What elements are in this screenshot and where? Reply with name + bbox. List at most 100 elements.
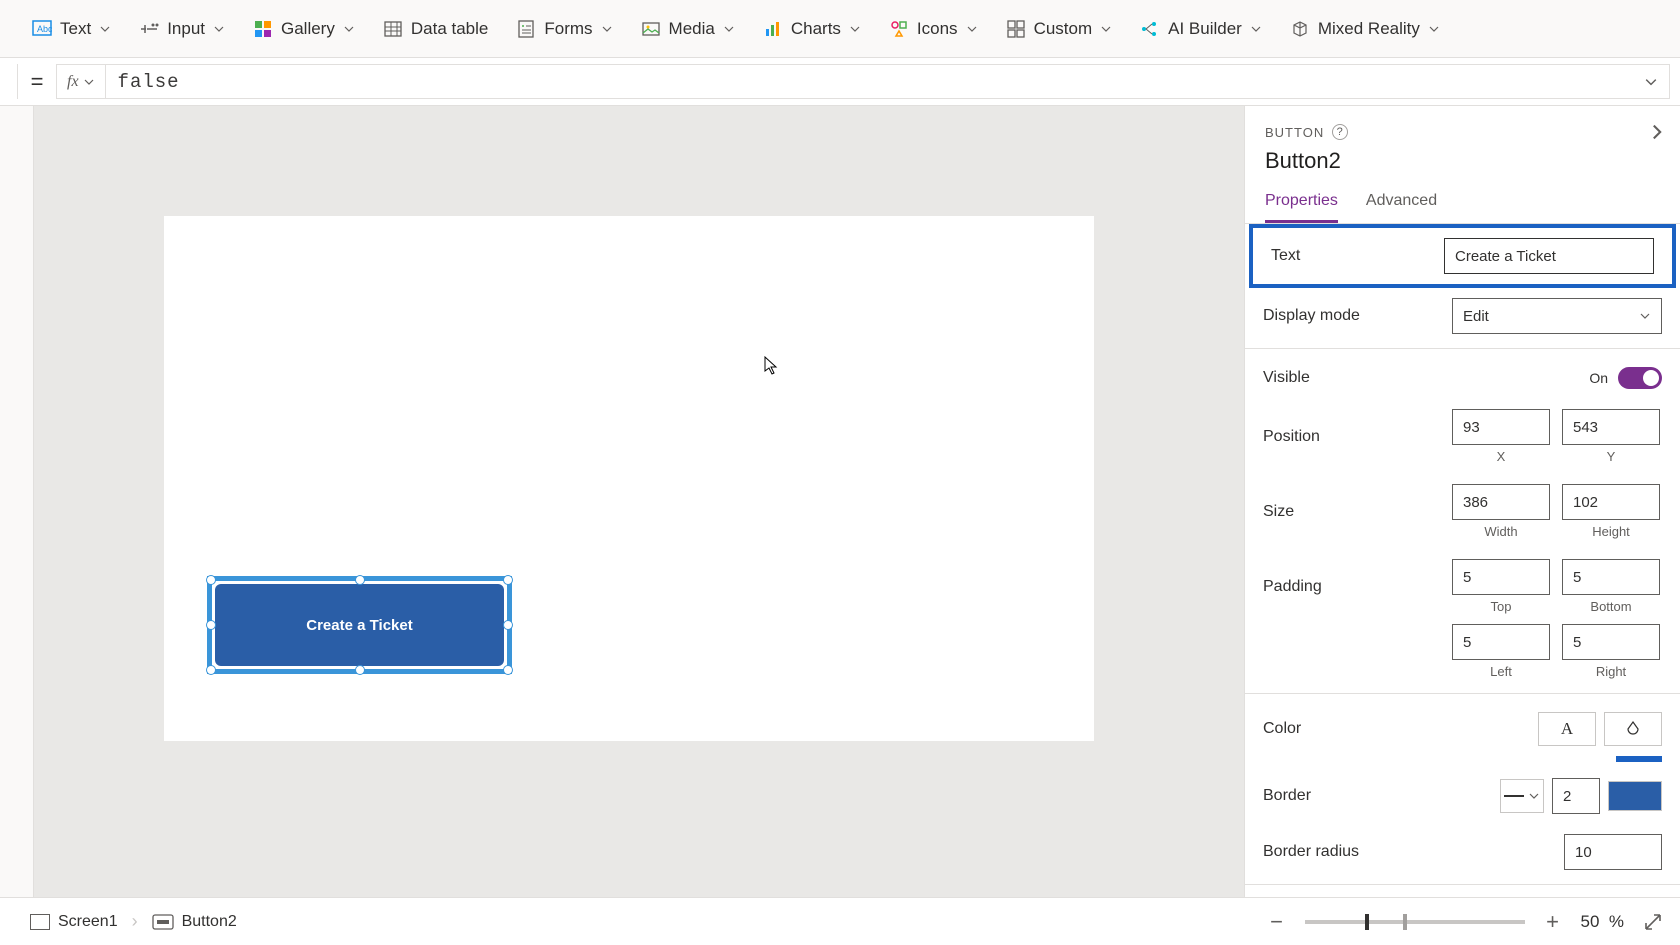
formula-equals[interactable]: = <box>18 69 56 95</box>
tab-properties[interactable]: Properties <box>1265 192 1338 223</box>
media-icon <box>641 19 661 39</box>
ribbon-label: Text <box>60 19 91 39</box>
padding-left-sublabel: Left <box>1490 664 1512 679</box>
prop-border-row: Border <box>1245 768 1680 824</box>
prop-font-row: Font Open Sans <box>1245 884 1680 897</box>
position-x-input[interactable] <box>1452 409 1550 445</box>
prop-displaymode-select[interactable]: Edit <box>1452 298 1662 334</box>
properties-panel: BUTTON ? Button2 Properties Advanced Tex… <box>1244 106 1680 897</box>
zoom-out-button[interactable]: − <box>1267 909 1287 935</box>
ribbon-custom[interactable]: Custom <box>992 0 1127 57</box>
size-height-sublabel: Height <box>1592 524 1630 539</box>
padding-left-input[interactable] <box>1452 624 1550 660</box>
ribbon-charts[interactable]: Charts <box>749 0 875 57</box>
button-icon <box>152 914 174 930</box>
resize-handle[interactable] <box>503 575 513 585</box>
size-width-sublabel: Width <box>1484 524 1517 539</box>
position-y-sublabel: Y <box>1607 449 1616 464</box>
ribbon-label: Charts <box>791 19 841 39</box>
zoom-value: 50 % <box>1581 912 1625 932</box>
border-width-input[interactable] <box>1552 778 1600 814</box>
selected-button-frame[interactable]: Create a Ticket <box>207 576 512 674</box>
control-type: BUTTON <box>1265 125 1324 140</box>
formula-input[interactable]: false <box>105 64 1670 99</box>
ribbon-input[interactable]: Input <box>125 0 239 57</box>
mouse-cursor <box>764 356 780 376</box>
zoom-mark <box>1403 914 1407 930</box>
zoom-in-button[interactable]: + <box>1543 909 1563 935</box>
chevron-down-icon <box>601 23 613 35</box>
border-color-swatch[interactable] <box>1608 781 1662 811</box>
mixedreality-icon <box>1290 19 1310 39</box>
resize-handle[interactable] <box>503 620 513 630</box>
help-icon[interactable]: ? <box>1332 124 1348 140</box>
tab-advanced[interactable]: Advanced <box>1366 192 1437 223</box>
formula-fx-button[interactable]: fx <box>56 64 105 99</box>
ribbon-label: AI Builder <box>1168 19 1242 39</box>
ribbon-mixedreality[interactable]: Mixed Reality <box>1276 0 1454 57</box>
resize-handle[interactable] <box>355 575 365 585</box>
font-color-button[interactable]: A <box>1538 712 1596 746</box>
fill-color-button[interactable] <box>1604 712 1662 746</box>
zoom-thumb[interactable] <box>1365 914 1369 930</box>
charts-icon <box>763 19 783 39</box>
border-radius-input[interactable] <box>1564 834 1662 870</box>
resize-handle[interactable] <box>206 575 216 585</box>
resize-handle[interactable] <box>355 665 365 675</box>
position-x-sublabel: X <box>1497 449 1506 464</box>
ribbon-label: Media <box>669 19 715 39</box>
prop-visible-row: Visible On <box>1245 348 1680 399</box>
size-width-input[interactable] <box>1452 484 1550 520</box>
ribbon-aibuilder[interactable]: AI Builder <box>1126 0 1276 57</box>
formula-expand-chevron[interactable] <box>1645 78 1657 86</box>
fullscreen-icon[interactable] <box>1642 911 1664 933</box>
chevron-down-icon <box>343 23 355 35</box>
ribbon-label: Input <box>167 19 205 39</box>
padding-right-input[interactable] <box>1562 624 1660 660</box>
border-style-select[interactable] <box>1500 779 1544 813</box>
ribbon-text[interactable]: Abc Text <box>18 0 125 57</box>
canvas-screen[interactable]: Create a Ticket <box>164 216 1094 741</box>
props-header: BUTTON ? Button2 <box>1245 106 1680 178</box>
prop-text-input[interactable] <box>1444 238 1654 274</box>
ribbon-label: Mixed Reality <box>1318 19 1420 39</box>
resize-handle[interactable] <box>503 665 513 675</box>
zoom-slider[interactable] <box>1305 920 1525 924</box>
ribbon-stub-left <box>4 0 18 57</box>
left-rail <box>0 106 34 897</box>
padding-bottom-sublabel: Bottom <box>1590 599 1631 614</box>
gallery-icon <box>253 19 273 39</box>
status-bar: Screen1 › Button2 − + 50 % <box>0 897 1680 945</box>
position-y-input[interactable] <box>1562 409 1660 445</box>
size-height-input[interactable] <box>1562 484 1660 520</box>
ribbon-icons[interactable]: Icons <box>875 0 992 57</box>
zoom-number: 50 <box>1581 912 1600 931</box>
chevron-down-icon <box>1100 23 1112 35</box>
control-name: Button2 <box>1265 148 1660 174</box>
ribbon-datatable[interactable]: Data table <box>369 0 503 57</box>
chevron-down-icon <box>849 23 861 35</box>
ribbon-forms[interactable]: Forms <box>502 0 626 57</box>
padding-top-input[interactable] <box>1452 559 1550 595</box>
formula-value: false <box>118 71 180 93</box>
input-icon <box>139 19 159 39</box>
zoom-controls: − + 50 % <box>1267 909 1665 935</box>
canvas-area[interactable]: Create a Ticket <box>34 106 1244 897</box>
panel-collapse-chevron[interactable] <box>1652 124 1662 140</box>
chevron-down-icon <box>1250 23 1262 35</box>
breadcrumb-screen-label: Screen1 <box>58 913 118 931</box>
breadcrumb-screen[interactable]: Screen1 <box>16 907 132 937</box>
resize-handle[interactable] <box>206 620 216 630</box>
ribbon-label: Data table <box>411 19 489 39</box>
ribbon-gallery[interactable]: Gallery <box>239 0 369 57</box>
canvas-button[interactable]: Create a Ticket <box>215 584 504 666</box>
breadcrumb-control[interactable]: Button2 <box>138 907 251 937</box>
icons-icon <box>889 19 909 39</box>
ribbon-media[interactable]: Media <box>627 0 749 57</box>
padding-bottom-input[interactable] <box>1562 559 1660 595</box>
svg-text:Abc: Abc <box>37 24 52 34</box>
visible-toggle[interactable] <box>1618 367 1662 389</box>
chevron-down-icon <box>1639 310 1651 322</box>
resize-handle[interactable] <box>206 665 216 675</box>
text-icon: Abc <box>32 19 52 39</box>
